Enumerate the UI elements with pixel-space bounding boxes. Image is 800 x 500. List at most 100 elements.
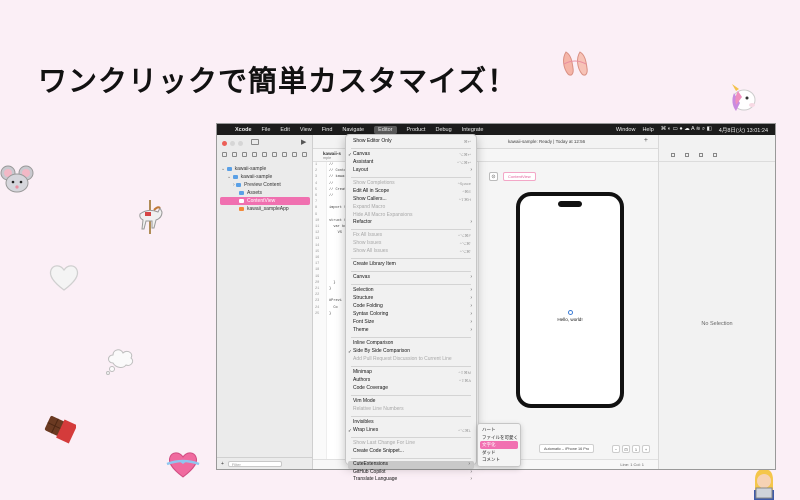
debug-icon[interactable]	[282, 152, 287, 157]
menu-item-authors[interactable]: Authors ^⇧⌘A	[346, 377, 476, 385]
swift-file-icon	[239, 206, 244, 211]
history-inspector-icon[interactable]	[685, 153, 689, 157]
find-nav-icon[interactable]	[252, 152, 257, 157]
menu-item-github-copilot[interactable]: GitHub Copilot ›	[346, 469, 476, 477]
menu-item-structure[interactable]: Structure ›	[346, 295, 476, 303]
menu-item-show-editor-only[interactable]: Show Editor Only ⌘↩	[346, 138, 476, 146]
tree-item-assets[interactable]: Assets	[217, 189, 313, 197]
identity-inspector-icon[interactable]	[713, 153, 717, 157]
menu-integrate[interactable]: Integrate	[462, 127, 484, 133]
filter-input[interactable]: Filter	[227, 460, 282, 467]
menu-item-font-size[interactable]: Font Size ›	[346, 319, 476, 327]
issues-icon[interactable]	[262, 152, 267, 157]
menu-item-label: Edit All in Scope	[353, 187, 390, 194]
menu-editor[interactable]: Editor	[374, 125, 397, 134]
menu-item-label: Relative Line Numbers	[353, 405, 404, 412]
menu-debug[interactable]: Debug	[435, 127, 451, 133]
menu-item-edit-all-in-scope[interactable]: Edit All in Scope ^⌘E	[346, 188, 476, 196]
zoom-actual-icon[interactable]: 1	[632, 445, 640, 453]
close-window-icon[interactable]	[222, 141, 227, 146]
run-icon[interactable]: ▶	[301, 138, 306, 146]
menu-app-name[interactable]: Xcode	[235, 127, 252, 133]
device-selector[interactable]: Automatic – iPhone 16 Pro	[539, 444, 595, 453]
menu-item-show-issues: Show Issues ^⌥⌘'	[346, 240, 476, 248]
menu-item-label: Inline Comparison	[353, 340, 394, 347]
globe-icon	[568, 310, 573, 315]
menu-view[interactable]: View	[300, 127, 312, 133]
submenu-item[interactable]: 文字化	[480, 441, 518, 449]
tests-icon[interactable]	[272, 152, 277, 157]
menu-item-code-folding[interactable]: Code Folding ›	[346, 303, 476, 311]
submenu-item[interactable]: コメント	[478, 456, 520, 464]
menu-product[interactable]: Product	[407, 127, 426, 133]
menu-edit[interactable]: Edit	[280, 127, 289, 133]
tree-item-app[interactable]: kawaii_sampleApp	[217, 205, 313, 213]
file-inspector-icon[interactable]	[671, 153, 675, 157]
tree-item-group[interactable]: ⌄ kawaii-sample	[217, 173, 313, 181]
add-tab-icon[interactable]: +	[644, 137, 648, 144]
menu-item-minimap[interactable]: Minimap ^⇧⌘M	[346, 369, 476, 377]
menu-item-cuteextensions[interactable]: CuteExtensions ›	[348, 460, 474, 469]
canvas-preview: ⊙ ContentView Hello, world! Automatic – …	[478, 162, 658, 459]
menu-item-label: Add Pull Request Discussion to Current L…	[353, 355, 452, 362]
menu-item-theme[interactable]: Theme ›	[346, 327, 476, 335]
reports-icon[interactable]	[302, 152, 307, 157]
submenu-item[interactable]: ハート	[478, 426, 520, 434]
breakpoints-icon[interactable]	[292, 152, 297, 157]
menu-find[interactable]: Find	[322, 127, 333, 133]
minimize-window-icon[interactable]	[230, 141, 235, 146]
pin-icon[interactable]: ⊙	[489, 172, 498, 181]
line-number: 14	[315, 243, 320, 248]
menu-item-label: Show Editor Only	[353, 138, 392, 144]
menu-item-assistant[interactable]: Assistant ^⌥⌘↩	[346, 159, 476, 167]
menu-item-wrap-lines[interactable]: ✓ Wrap Lines ^⌥⌘L	[346, 427, 476, 435]
symbols-icon[interactable]	[242, 152, 247, 157]
source-control-icon[interactable]	[232, 152, 237, 157]
menu-item-refactor[interactable]: Refactor ›	[346, 219, 476, 227]
tree-item-project[interactable]: ⌄ kawaii-sample	[217, 165, 313, 173]
menu-item-vim-mode[interactable]: Vim Mode	[346, 398, 476, 406]
menu-item-shortcut: ^⌥⌘'	[459, 249, 471, 255]
menu-item-syntax-coloring[interactable]: Syntax Coloring ›	[346, 311, 476, 319]
menu-item-label: Fix All Issues	[353, 232, 383, 239]
menu-item-selection[interactable]: Selection ›	[346, 287, 476, 295]
menu-item-invisibles[interactable]: Invisibles	[346, 419, 476, 427]
tree-item-preview-content[interactable]: › Preview Content	[217, 181, 313, 189]
menu-item-side-by-side-comparison[interactable]: ✓ Side By Side Comparison	[346, 348, 476, 356]
menu-item-canvas[interactable]: ✓ Canvas ⌥⌘↩	[346, 151, 476, 159]
preview-chip[interactable]: ContentView	[503, 172, 536, 181]
menu-item-show-all-issues: Show All Issues ^⌥⌘'	[346, 248, 476, 256]
menu-item-label: Show Issues	[353, 240, 382, 247]
chevron-right-icon: ›	[470, 274, 472, 281]
cute-extensions-submenu: ハート ファイルを可愛く 文字化 ダッド コメント	[477, 423, 521, 467]
menu-item-label: Minimap	[353, 368, 372, 375]
help-inspector-icon[interactable]	[699, 153, 703, 157]
menu-item-translate-language[interactable]: Translate Language ›	[346, 476, 476, 484]
menu-item-code-coverage[interactable]: Code Coverage	[346, 385, 476, 393]
menu-item-layout[interactable]: Layout ›	[346, 167, 476, 175]
mouse-icon	[0, 165, 34, 193]
zoom-fit-icon[interactable]: ⊡	[622, 445, 630, 453]
menu-help[interactable]: Help	[642, 127, 653, 133]
menu-window[interactable]: Window	[616, 127, 636, 133]
menu-item-canvas[interactable]: Canvas ›	[346, 274, 476, 282]
menu-item-inline-comparison[interactable]: Inline Comparison	[346, 340, 476, 348]
sidebar-toggle-icon[interactable]	[251, 139, 259, 145]
zoom-window-icon[interactable]	[238, 141, 243, 146]
menu-item-show-callers[interactable]: Show Callers... ^⇧⌘H	[346, 196, 476, 204]
zoom-out-icon[interactable]: −	[612, 445, 620, 453]
folder-nav-icon[interactable]	[222, 152, 227, 157]
menu-clock[interactable]: 4月8日(火) 13:01:24	[719, 126, 768, 134]
submenu-item[interactable]: ファイルを可愛く	[478, 434, 520, 442]
add-icon[interactable]: +	[221, 461, 224, 467]
status-icons[interactable]: ⌘ ◐ ▭ ● ☁ A ≋ ⌕ ◧	[661, 126, 712, 133]
tree-item-contentview[interactable]: ContentView	[220, 197, 310, 205]
menu-item-create-library-item[interactable]: Create Library Item	[346, 261, 476, 269]
menu-item-create-code-snippet[interactable]: Create Code Snippet...	[346, 448, 476, 456]
swift-file-icon	[239, 198, 244, 203]
submenu-item[interactable]: ダッド	[478, 449, 520, 457]
menu-navigate[interactable]: Navigate	[342, 127, 364, 133]
menu-file[interactable]: File	[262, 127, 271, 133]
chevron-right-icon: ›	[470, 476, 472, 483]
zoom-in-icon[interactable]: +	[642, 445, 650, 453]
